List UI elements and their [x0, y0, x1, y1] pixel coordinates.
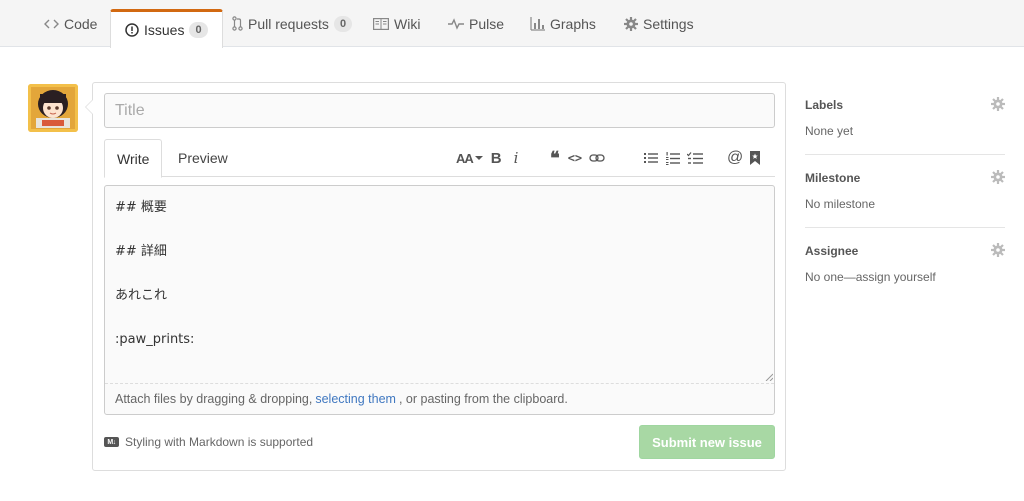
bold-button[interactable]: B: [491, 148, 502, 168]
tab-settings-label: Settings: [643, 15, 694, 32]
labels-section: Labels None yet: [805, 82, 1005, 155]
mention-toolbar: @: [727, 139, 761, 177]
code-button[interactable]: <>: [568, 148, 582, 168]
tab-pulse[interactable]: Pulse: [448, 0, 504, 47]
book-icon: [373, 17, 389, 30]
list-toolbar: [644, 139, 703, 177]
milestone-heading: Milestone: [805, 171, 861, 185]
assignee-heading: Assignee: [805, 244, 859, 258]
repo-nav: Code Issues 0 Pull requests 0 Wiki Pulse…: [0, 0, 1024, 48]
labels-heading: Labels: [805, 98, 844, 112]
markdown-icon: M↓: [104, 437, 119, 447]
tab-wiki[interactable]: Wiki: [373, 0, 420, 47]
submit-new-issue-button[interactable]: Submit new issue: [639, 425, 775, 459]
resize-handle-icon[interactable]: [765, 373, 773, 381]
quote-button[interactable]: ❝: [550, 148, 560, 169]
assignee-section: Assignee No one—assign yourself: [805, 228, 1005, 301]
tab-wiki-label: Wiki: [394, 15, 421, 32]
bookmark-icon[interactable]: [750, 148, 761, 168]
issue-body-textarea[interactable]: ## 概要 ## 詳細 あれこれ :paw_prints:: [105, 186, 774, 383]
italic-button[interactable]: i: [514, 148, 519, 168]
tab-settings[interactable]: Settings: [624, 0, 694, 47]
tab-code[interactable]: Code: [44, 0, 97, 47]
tab-preview[interactable]: Preview: [166, 139, 240, 177]
ordered-list-icon[interactable]: [666, 148, 680, 168]
editor-tabbar: Write Preview AA B i ❝ <> @: [104, 139, 775, 178]
block-toolbar: ❝ <>: [550, 139, 605, 177]
caret-down-icon: [474, 156, 483, 160]
task-list-icon[interactable]: [687, 148, 703, 168]
labels-value: None yet: [805, 124, 854, 138]
issues-counter: 0: [189, 22, 208, 38]
graph-icon: [530, 16, 545, 31]
tab-graphs[interactable]: Graphs: [530, 0, 596, 47]
issue-body-editor: ## 概要 ## 詳細 あれこれ :paw_prints: Attach fil…: [104, 185, 775, 415]
issue-opened-icon: [125, 23, 139, 37]
file-attach-bar[interactable]: Attach files by dragging & dropping, sel…: [105, 383, 774, 414]
tab-code-label: Code: [64, 15, 98, 32]
attach-text-after: , or pasting from the clipboard.: [398, 392, 568, 406]
mention-button[interactable]: @: [727, 148, 743, 168]
assignee-gear-icon[interactable]: [991, 243, 1005, 260]
attach-text-before: Attach files by dragging & dropping,: [115, 392, 313, 406]
markdown-support-note: M↓ Styling with Markdown is supported: [104, 435, 313, 449]
issue-title-input[interactable]: [104, 93, 775, 128]
new-issue-form: Write Preview AA B i ❝ <>: [85, 82, 786, 471]
unordered-list-icon[interactable]: [644, 148, 658, 168]
header-text-label: AA: [456, 150, 474, 166]
tab-issues[interactable]: Issues 0: [110, 9, 223, 48]
format-toolbar: AA B i: [456, 139, 518, 177]
tab-pull-requests-label: Pull requests: [248, 15, 329, 32]
markdown-note-text[interactable]: Styling with Markdown is supported: [125, 435, 313, 449]
tab-pulse-label: Pulse: [469, 15, 505, 32]
milestone-gear-icon[interactable]: [991, 170, 1005, 187]
milestone-section: Milestone No milestone: [805, 155, 1005, 228]
tab-issues-label: Issues: [144, 22, 185, 38]
pulse-icon: [448, 17, 464, 30]
avatar[interactable]: [28, 84, 78, 132]
assignee-value[interactable]: No one—assign yourself: [805, 270, 936, 284]
header-text-button[interactable]: AA: [456, 148, 483, 168]
labels-gear-icon[interactable]: [991, 97, 1005, 114]
tab-pull-requests[interactable]: Pull requests 0: [232, 0, 353, 47]
milestone-value: No milestone: [805, 197, 876, 211]
select-files-link[interactable]: selecting them: [315, 392, 396, 406]
code-icon: [44, 18, 59, 30]
link-icon[interactable]: [589, 148, 605, 168]
tab-write[interactable]: Write: [104, 139, 163, 178]
pull-requests-counter: 0: [333, 15, 353, 32]
gear-icon: [624, 16, 638, 31]
git-pull-request-icon: [232, 16, 243, 31]
issue-sidebar: Labels None yet Milestone No milestone A…: [805, 82, 1005, 301]
tab-graphs-label: Graphs: [550, 15, 596, 32]
